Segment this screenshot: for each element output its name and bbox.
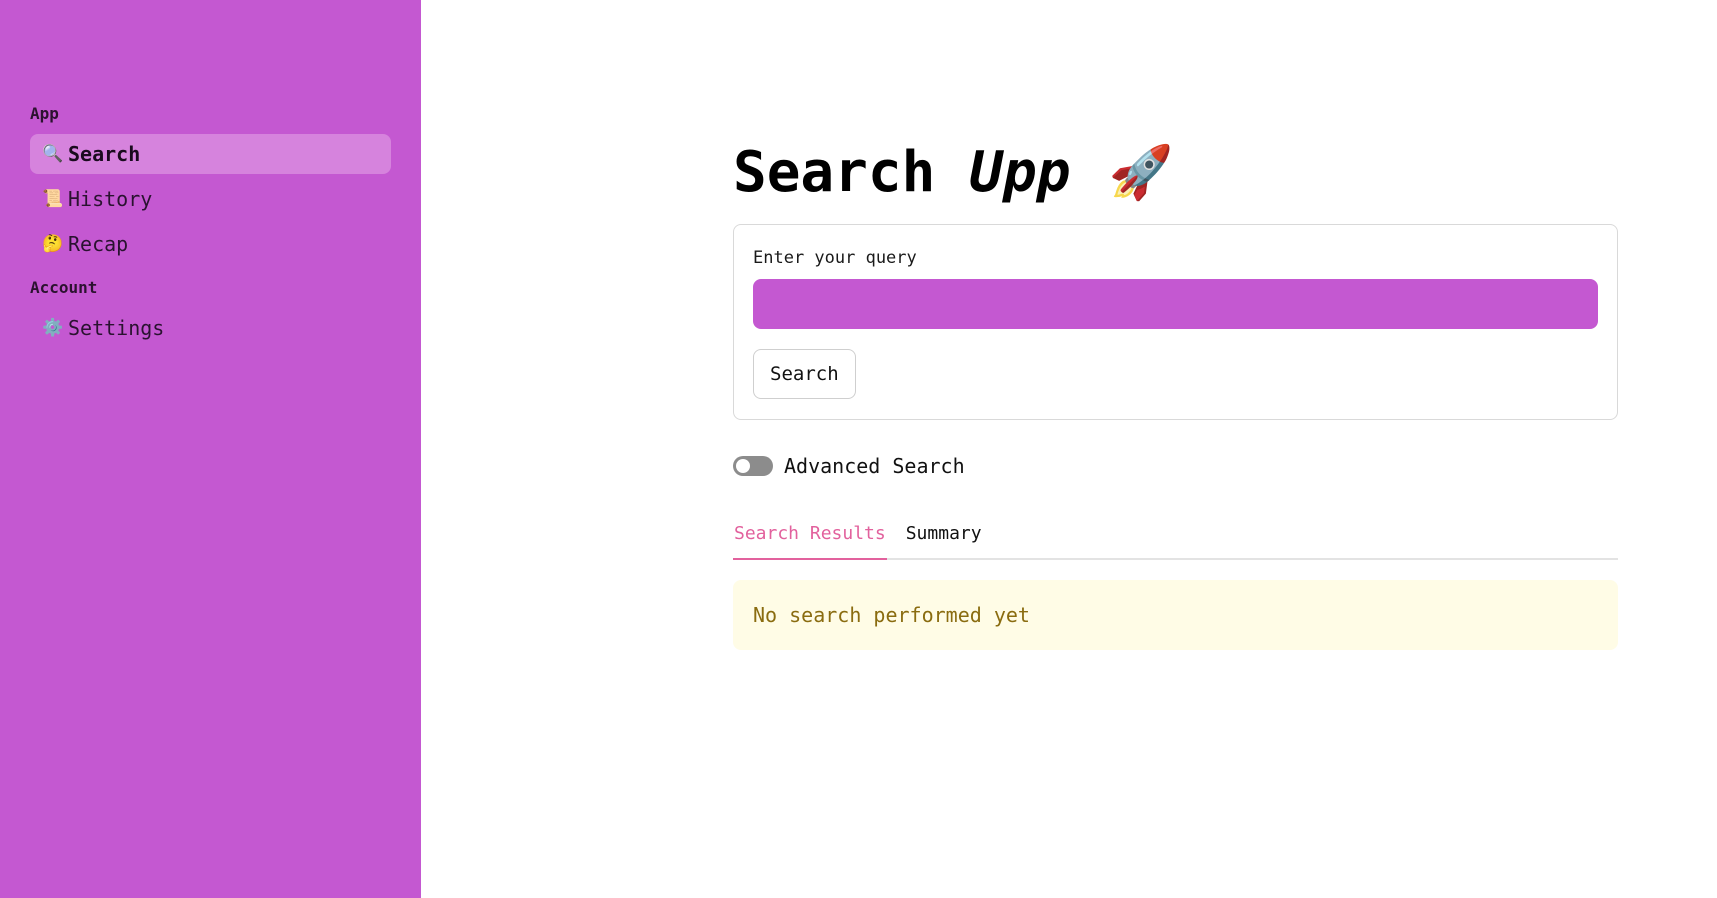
advanced-search-label: Advanced Search xyxy=(784,454,965,478)
page-title-italic: Upp xyxy=(969,139,1071,205)
rocket-icon: 🚀 xyxy=(1108,142,1174,203)
advanced-search-toggle[interactable] xyxy=(733,456,773,476)
sidebar-item-search[interactable]: 🔍 Search xyxy=(30,134,391,174)
sidebar: App 🔍 Search 📜 History 🤔 Recap Account ⚙… xyxy=(0,0,421,898)
thinking-face-icon: 🤔 xyxy=(42,234,64,254)
search-button[interactable]: Search xyxy=(753,349,856,399)
sidebar-section-account-label: Account xyxy=(30,278,98,297)
query-input[interactable] xyxy=(753,279,1598,329)
query-label: Enter your query xyxy=(753,248,917,268)
results-tabs: Search Results Summary xyxy=(733,522,1618,560)
advanced-search-toggle-row: Advanced Search xyxy=(733,454,1618,478)
app-root: App 🔍 Search 📜 History 🤔 Recap Account ⚙… xyxy=(0,0,1717,898)
sidebar-item-label: Settings xyxy=(68,316,165,340)
sidebar-section-app-label: App xyxy=(30,104,59,123)
main-area: Search Upp 🚀 Enter your query Search Adv… xyxy=(421,0,1717,898)
sidebar-item-label: Recap xyxy=(68,232,129,256)
page-title: Search Upp 🚀 xyxy=(733,136,1618,208)
page-title-word: Search xyxy=(733,139,936,205)
tab-summary[interactable]: Summary xyxy=(905,522,983,560)
search-form-card: Enter your query Search xyxy=(733,224,1618,420)
gear-icon: ⚙️ xyxy=(42,318,64,338)
sidebar-item-label: Search xyxy=(68,142,141,166)
toggle-knob xyxy=(736,459,750,473)
no-search-notice: No search performed yet xyxy=(733,580,1618,650)
sidebar-item-settings[interactable]: ⚙️ Settings xyxy=(30,308,391,348)
magnifier-icon: 🔍 xyxy=(42,144,64,164)
sidebar-item-history[interactable]: 📜 History xyxy=(30,179,391,219)
sidebar-item-label: History xyxy=(68,187,153,211)
sidebar-item-recap[interactable]: 🤔 Recap xyxy=(30,224,391,264)
main-content: Search Upp 🚀 Enter your query Search Adv… xyxy=(733,136,1618,650)
scroll-icon: 📜 xyxy=(42,189,64,209)
tab-search-results[interactable]: Search Results xyxy=(733,522,887,560)
